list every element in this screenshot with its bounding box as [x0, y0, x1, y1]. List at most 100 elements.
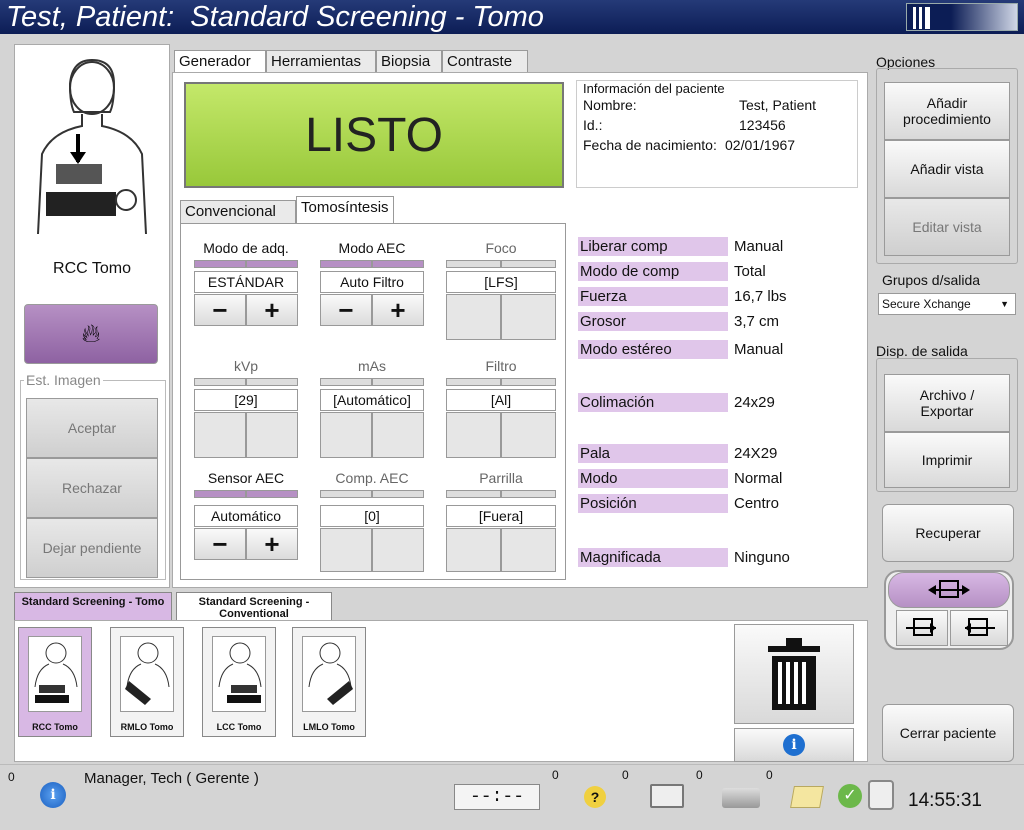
patient-info-header: Información del paciente: [583, 81, 725, 96]
aec-mode-indicator: [320, 260, 372, 268]
filter-label: Filtro: [485, 358, 517, 374]
network-icon[interactable]: [868, 780, 894, 810]
param-label: Liberar comp: [578, 237, 728, 256]
info-button[interactable]: i: [734, 728, 854, 762]
view-label: RCC Tomo: [53, 260, 131, 277]
param-label: Modo estéreo: [578, 340, 728, 359]
paddle-center-icon: [928, 580, 970, 598]
grid-indicator: [446, 490, 501, 498]
tab-herramientas[interactable]: Herramientas: [266, 50, 376, 72]
accept-button[interactable]: Aceptar: [26, 398, 158, 458]
acq-mode-value: ESTÁNDAR: [194, 271, 298, 293]
aec-mode-indicator: [372, 260, 424, 268]
output-group-select[interactable]: Secure Xchange ▼: [878, 293, 1016, 315]
kvp-value: [29]: [194, 389, 298, 411]
param-value: 16,7 lbs: [734, 288, 787, 305]
procedure-tab-label: Standard Screening - Tomo: [21, 596, 165, 608]
kvp-indicator: [246, 378, 298, 386]
aec-comp-value: [0]: [320, 505, 424, 527]
status-count: 0: [622, 768, 629, 782]
param-label: Grosor: [578, 312, 728, 331]
param-value: 24x29: [734, 394, 775, 411]
mas-label: mAs: [358, 358, 386, 374]
add-view-button[interactable]: Añadir vista: [884, 140, 1010, 198]
aec-mode-plus-button[interactable]: +: [372, 294, 424, 326]
status-count: 0: [766, 768, 773, 782]
view-illustration: [22, 54, 162, 235]
focus-indicator: [501, 260, 556, 268]
thumbnail-rmlo-tomo[interactable]: RMLO Tomo: [110, 627, 184, 737]
status-count: 0: [8, 770, 15, 784]
thumbnail-label: LMLO Tomo: [303, 722, 355, 732]
grid-value: [Fuera]: [446, 505, 556, 527]
thumbnail-label: RMLO Tomo: [120, 722, 174, 732]
exposure-timer: --:--: [454, 784, 540, 810]
pending-button[interactable]: Dejar pendiente: [26, 518, 158, 578]
detector-icon[interactable]: [650, 784, 684, 808]
tab-tomosintesis[interactable]: Tomosíntesis: [296, 196, 394, 224]
window-title: Test, Patient: Standard Screening - Tomo: [6, 1, 544, 33]
aec-comp-indicator: [320, 490, 372, 498]
kvp-indicator: [194, 378, 246, 386]
expose-button[interactable]: 🔥︎: [24, 304, 158, 364]
output-groups-label: Grupos d/salida: [882, 272, 981, 288]
patient-dob-label: Fecha de nacimiento:: [583, 137, 717, 153]
acq-mode-minus-button[interactable]: −: [194, 294, 246, 326]
notes-icon[interactable]: [790, 786, 824, 808]
info-icon[interactable]: i: [40, 782, 66, 808]
filter-value: [Al]: [446, 389, 556, 411]
help-icon[interactable]: ?: [584, 786, 606, 808]
aec-sensor-label: Sensor AEC: [207, 470, 285, 486]
aec-mode-minus-button[interactable]: −: [320, 294, 372, 326]
focus-dec-button: [446, 294, 501, 340]
procedure-tab-tomo[interactable]: Standard Screening - Tomo: [14, 592, 172, 622]
paddle-right-icon: [965, 618, 995, 636]
patient-info: Información del paciente Nombre: Test, P…: [576, 80, 858, 188]
edit-view-button[interactable]: Editar vista: [884, 198, 1010, 256]
patient-id-label: Id.:: [583, 117, 603, 133]
tab-convencional[interactable]: Convencional: [180, 200, 296, 224]
print-button[interactable]: Imprimir: [884, 432, 1010, 488]
add-procedure-button[interactable]: Añadir procedimiento: [884, 82, 1010, 140]
thumbnail-rcc-tomo[interactable]: RCC Tomo: [18, 627, 92, 737]
paddle-center-button[interactable]: [888, 572, 1010, 608]
close-patient-button[interactable]: Cerrar paciente: [882, 704, 1014, 762]
thumbnail-label: RCC Tomo: [32, 722, 78, 732]
aec-sensor-minus-button[interactable]: −: [194, 528, 246, 560]
info-icon: i: [783, 734, 805, 756]
printer-icon[interactable]: [722, 788, 760, 808]
kvp-dec-button: [194, 412, 246, 458]
patient-name: Test, Patient: [739, 97, 817, 113]
thumbnail-lcc-tomo[interactable]: LCC Tomo: [202, 627, 276, 737]
focus-value: [LFS]: [446, 271, 556, 293]
filter-indicator: [501, 378, 556, 386]
thumbnail-lmlo-tomo[interactable]: LMLO Tomo: [292, 627, 366, 737]
tab-biopsia[interactable]: Biopsia: [376, 50, 442, 72]
param-label: Fuerza: [578, 287, 728, 306]
tab-generador[interactable]: Generador: [174, 50, 266, 72]
breast-view-icon: [34, 642, 78, 703]
acq-mode-plus-button[interactable]: +: [246, 294, 298, 326]
status-text: LISTO: [305, 108, 443, 162]
delete-button[interactable]: [734, 624, 854, 724]
trash-icon: [768, 638, 820, 710]
paddle-left-button[interactable]: [896, 610, 948, 646]
clock-time: 14:55:31: [908, 790, 982, 811]
tab-contraste[interactable]: Contraste: [442, 50, 528, 72]
paddle-right-button[interactable]: [950, 610, 1008, 646]
title-bar: Test, Patient: Standard Screening - Tomo: [0, 0, 1024, 34]
retrieve-button[interactable]: Recuperar: [882, 504, 1014, 562]
mas-indicator: [372, 378, 424, 386]
param-label: Magnificada: [578, 548, 728, 567]
param-value: Normal: [734, 470, 783, 487]
aec-sensor-plus-button[interactable]: +: [246, 528, 298, 560]
archive-export-button[interactable]: Archivo / Exportar: [884, 374, 1010, 432]
status-ok-icon[interactable]: ✓: [838, 784, 862, 808]
status-display: LISTO: [184, 82, 564, 188]
grid-dec-button: [446, 528, 501, 572]
aec-sensor-indicator: [194, 490, 246, 498]
procedure-tab-conventional[interactable]: Standard Screening - Conventional: [176, 592, 332, 622]
paddle-left-icon: [906, 618, 936, 636]
reject-button[interactable]: Rechazar: [26, 458, 158, 518]
param-value: 3,7 cm: [734, 313, 780, 330]
